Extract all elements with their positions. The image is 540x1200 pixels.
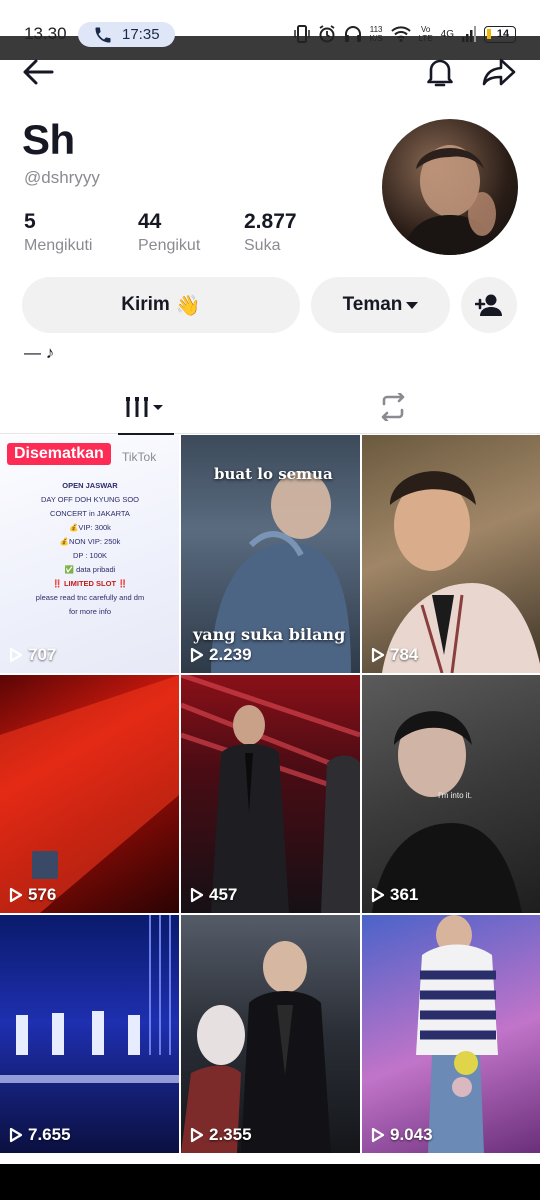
- video-thumbnail[interactable]: buat lo semua yang suka bilang 2.239: [181, 435, 360, 673]
- video-grid: TikTok OPEN JASWAR DAY OFF DOH KYUNG SOO…: [0, 435, 540, 1153]
- video-thumbnail[interactable]: I'm into it. 361: [362, 675, 540, 913]
- wave-emoji: 👋: [175, 294, 201, 317]
- play-icon: [371, 1127, 385, 1143]
- video-thumbnail[interactable]: 2.355: [181, 915, 360, 1153]
- bell-icon: [427, 59, 453, 87]
- chevron-down-icon: [406, 301, 419, 309]
- battery-indicator: 14: [484, 25, 516, 43]
- following-stat[interactable]: 5 Mengikuti: [24, 210, 110, 255]
- video-thumbnail[interactable]: 576: [0, 675, 179, 913]
- following-count: 5: [24, 210, 36, 233]
- thumbnail-art: [416, 915, 498, 1153]
- back-button[interactable]: [20, 54, 56, 90]
- avatar-photo: [402, 145, 498, 255]
- thumbnail-art: [0, 675, 179, 913]
- play-icon: [190, 647, 204, 663]
- notification-button[interactable]: [422, 54, 458, 90]
- network-type: 4G: [440, 28, 454, 40]
- followers-count: 44: [138, 210, 162, 233]
- profile-handle: @dshryyy: [24, 168, 100, 187]
- profile-bio: — ♪: [24, 343, 55, 362]
- likes-stat[interactable]: 2.877 Suka: [244, 210, 324, 255]
- thumbnail-art: [181, 941, 331, 1153]
- likes-count: 2.877: [244, 210, 297, 233]
- view-count: 576: [9, 885, 56, 905]
- view-count: 784: [371, 645, 418, 665]
- play-icon: [9, 887, 23, 903]
- friend-status-label: Teman: [342, 294, 403, 315]
- volte-label: Vo LTE: [418, 25, 433, 43]
- alarm-icon: [319, 25, 335, 43]
- view-count: 361: [371, 885, 418, 905]
- system-icons: 113 K/S Vo LTE 4G 14: [293, 22, 516, 46]
- share-button[interactable]: [481, 54, 517, 90]
- signal-icon: [462, 26, 476, 42]
- tiktok-watermark: TikTok: [122, 450, 157, 464]
- friend-status-button[interactable]: Teman: [311, 277, 450, 333]
- play-icon: [371, 887, 385, 903]
- phone-icon: [95, 27, 111, 42]
- network-speed: 113 K/S: [369, 25, 383, 43]
- call-duration: 17:35: [122, 26, 160, 43]
- caption-top: buat lo semua: [214, 465, 333, 483]
- likes-label: Suka: [244, 237, 281, 254]
- followers-label: Pengikut: [138, 237, 201, 254]
- followers-stat[interactable]: 44 Pengikut: [138, 210, 216, 255]
- videos-grid-icon: [126, 397, 163, 417]
- avatar[interactable]: [382, 119, 518, 255]
- message-button[interactable]: Kirim 👋: [22, 277, 300, 333]
- play-icon: [371, 647, 385, 663]
- profile-name: Sh: [22, 116, 75, 163]
- tab-reposts[interactable]: [366, 380, 420, 434]
- caption-bottom: yang suka bilang: [193, 625, 346, 644]
- profile-stats: 5 Mengikuti 44 Pengikut 2.877 Suka: [24, 210, 352, 255]
- headset-icon: [344, 26, 361, 42]
- vibrate-icon: [293, 25, 310, 43]
- play-icon: [9, 1127, 23, 1143]
- repost-icon: [381, 393, 405, 421]
- arrow-left-icon: [23, 59, 54, 85]
- view-count: 457: [190, 885, 237, 905]
- status-time: 13.30: [24, 24, 67, 43]
- view-count: 2.355: [190, 1125, 252, 1145]
- thumbnail-art: [382, 471, 540, 673]
- view-count: 7.655: [9, 1125, 71, 1145]
- following-label: Mengikuti: [24, 237, 93, 254]
- video-thumbnail[interactable]: 7.655: [0, 915, 179, 1153]
- system-navigation-bar: [0, 1164, 540, 1200]
- wifi-icon: [390, 26, 411, 42]
- thumbnail-art: [181, 675, 360, 913]
- video-thumbnail[interactable]: 9.043: [362, 915, 540, 1153]
- view-count: 9.043: [371, 1125, 433, 1145]
- add-user-icon: [475, 294, 502, 316]
- video-thumbnail[interactable]: 457: [181, 675, 360, 913]
- message-button-label: Kirim: [121, 294, 170, 315]
- video-thumbnail[interactable]: TikTok OPEN JASWAR DAY OFF DOH KYUNG SOO…: [0, 435, 179, 673]
- pinned-card-text: OPEN JASWAR DAY OFF DOH KYUNG SOO CONCER…: [35, 481, 145, 616]
- thumbnail-art: [0, 915, 179, 1083]
- caption-small: I'm into it.: [438, 791, 472, 800]
- play-icon: [9, 647, 23, 663]
- ongoing-call-pill[interactable]: 17:35: [78, 22, 175, 47]
- video-thumbnail[interactable]: 784: [362, 435, 540, 673]
- view-count: 707: [9, 645, 56, 665]
- tab-videos[interactable]: [118, 380, 174, 435]
- add-friend-button[interactable]: [461, 277, 517, 333]
- play-icon: [190, 887, 204, 903]
- content-tabs: [0, 380, 540, 435]
- top-navigation: [0, 50, 540, 94]
- pinned-badge: Disematkan: [7, 443, 111, 465]
- share-arrow-icon: [482, 58, 516, 86]
- view-count: 2.239: [190, 645, 252, 665]
- play-icon: [190, 1127, 204, 1143]
